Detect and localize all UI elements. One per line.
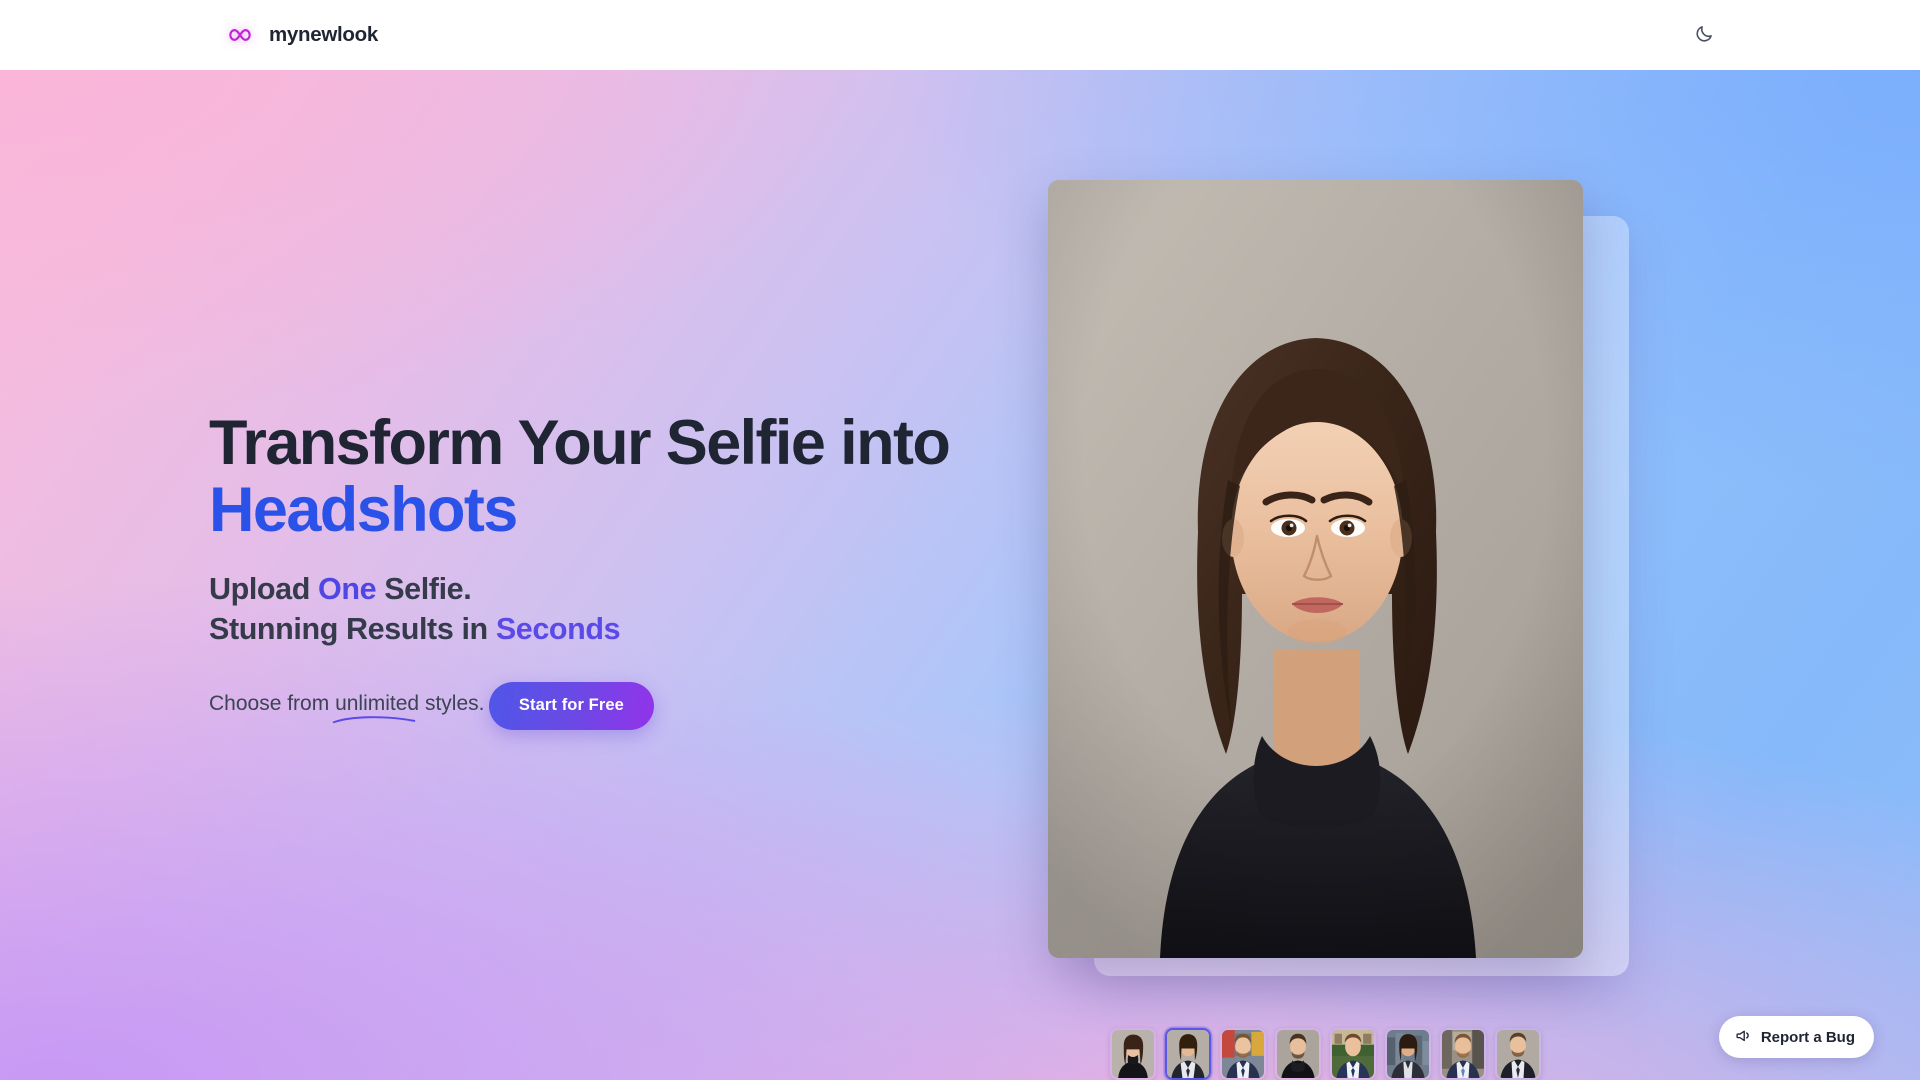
report-bug-button[interactable]: Report a Bug [1718,1016,1874,1058]
infinity-icon [224,19,256,51]
hero-showcase [1048,180,1648,1080]
hero-copy: Transform Your Selfie into Headshots Upl… [209,408,1029,730]
handdrawn-underline-icon [332,716,416,724]
hero-tagline: Choose from unlimited styles. [209,692,485,724]
subhead-accent-one: One [318,571,377,606]
report-bug-label: Report a Bug [1760,1028,1855,1046]
thumbnail-4[interactable] [1275,1028,1321,1080]
tagline-highlight-word: unlimited [332,692,420,724]
headline-line-2: Headshots [209,475,518,546]
page-title: Transform Your Selfie into Headshots [209,408,1029,546]
headline-line-1: Transform Your Selfie into [209,408,951,478]
hero-section: Transform Your Selfie into Headshots Upl… [0,70,1920,1080]
theme-toggle-button[interactable] [1686,17,1722,53]
site-header: mynewlook [0,0,1920,70]
tagline-highlight-text: unlimited [335,692,420,716]
subhead-text-1: Upload [209,571,319,606]
main-headshot-photo [1048,180,1583,958]
headshot-thumbnail-strip[interactable] [1110,1028,1541,1080]
start-for-free-button[interactable]: Start for Free [488,681,654,730]
thumbnail-1[interactable] [1110,1028,1156,1080]
thumbnail-6[interactable] [1385,1028,1431,1080]
thumbnail-8[interactable] [1495,1028,1541,1080]
subhead-text-3: Stunning Results in [209,612,496,647]
brand-logo-link[interactable]: mynewlook [224,19,378,51]
subhead-accent-seconds: Seconds [495,612,621,647]
megaphone-icon [1735,1027,1752,1048]
thumbnail-2[interactable] [1165,1028,1211,1080]
moon-icon [1694,24,1714,47]
tagline-text-1: Choose from [209,692,336,716]
subhead-text-2: Selfie. [376,571,472,606]
thumbnail-3[interactable] [1220,1028,1266,1080]
brand-name: mynewlook [269,23,378,46]
hero-subheadline: Upload One Selfie. Stunning Results in S… [209,569,1029,650]
thumbnail-5[interactable] [1330,1028,1376,1080]
thumbnail-7[interactable] [1440,1028,1486,1080]
tagline-text-2: styles. [419,692,485,716]
